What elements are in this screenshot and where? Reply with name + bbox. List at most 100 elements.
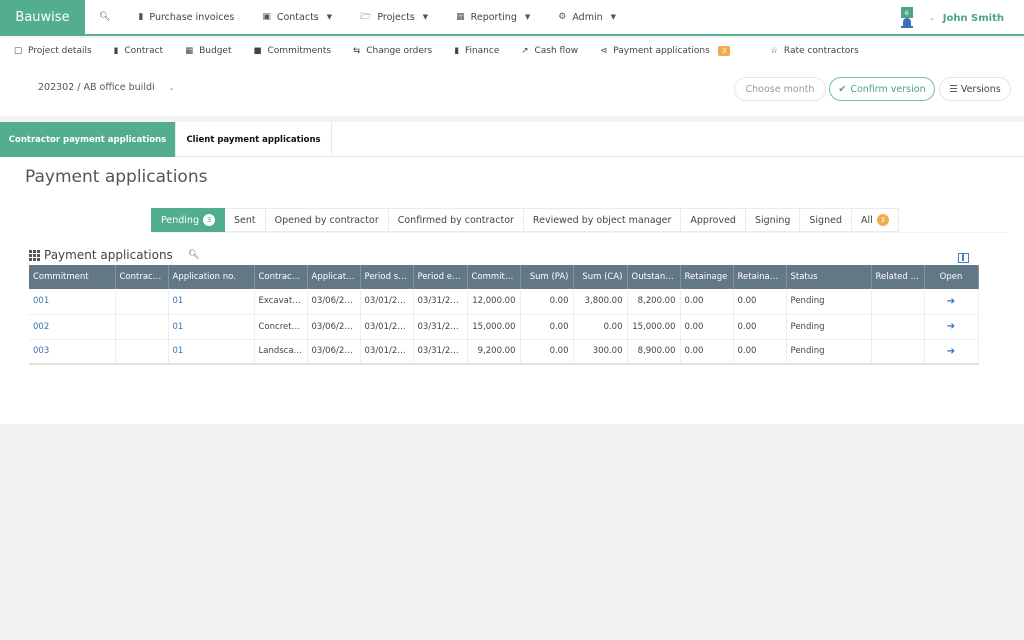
nav-contacts[interactable]: ▣ Contacts ▼ [248,0,346,35]
status-tab-signed[interactable]: Signed [800,208,852,232]
table-cell: 03/31/20... [413,314,468,340]
columns-toggle-icon[interactable] [958,253,969,263]
column-header[interactable]: Status [786,265,872,289]
nav-purchase-invoices[interactable]: ▮ Purchase invoices [124,0,248,35]
table-cell: 03/01/20... [360,289,414,315]
subnav-rate-contractors[interactable]: ☆ Rate contractors [770,46,858,56]
nav-admin[interactable]: ⚙ Admin ▼ [544,0,630,35]
subnav-commitments[interactable]: ■ Commitments [253,46,331,56]
status-tab-signing[interactable]: Signing [745,208,801,232]
application-type-tabs: Contractor payment applications Client p… [0,122,1024,157]
commitment-link[interactable]: 001 [29,289,116,315]
subnav-budget[interactable]: ▦ Budget [185,46,231,56]
column-header[interactable]: Retainage [680,265,734,289]
subnav-cash-flow[interactable]: ↗ Cash flow [521,46,578,56]
table-cell: 03/31/20... [413,289,468,315]
column-header[interactable]: Sum (PA) [520,265,574,289]
application-no-link[interactable]: 01 [168,289,255,315]
column-header[interactable]: Period st... [360,265,414,289]
column-header[interactable]: Period end [413,265,468,289]
table-cell [115,339,169,365]
table-cell: 0.00 [520,339,574,365]
user-area: 6 ⌄ John Smith [900,0,1004,36]
table-row[interactable]: 003 01 Landscap... 03/06/20... 03/01/20... 03… [29,339,979,365]
confirm-version-label: Confirm version [850,83,926,95]
application-no-link[interactable]: 01 [168,339,255,365]
column-header[interactable]: Contract ... [115,265,169,289]
notifications-button[interactable]: 6 [900,4,917,32]
book-icon: ▮ [454,46,459,56]
status-tab-confirmed-by-contractor[interactable]: Confirmed by contractor [388,208,524,232]
project-select-value: 202302 / AB office buildi [38,82,155,93]
table-cell: 15,000.00 [467,314,521,340]
payment-applications-table: Commitment Contract ... Application no. Con… [29,265,979,365]
open-button[interactable]: ➔ [924,289,979,315]
column-header[interactable]: Sum (CA) [573,265,628,289]
folder-icon: 🗁︎ [360,12,372,22]
application-no-link[interactable]: 01 [168,314,255,340]
bar-chart-icon: ▦ [456,12,465,22]
open-button[interactable]: ➔ [924,314,979,340]
confirm-version-button[interactable]: ✔ Confirm version [829,77,935,101]
subnav-finance[interactable]: ▮ Finance [454,46,499,56]
versions-button[interactable]: ☰ Versions [939,77,1011,101]
arrow-right-icon: ➔ [946,321,956,332]
subnav-label: Payment applications [613,46,710,56]
open-button[interactable]: ➔ [924,339,979,365]
commitment-link[interactable]: 002 [29,314,116,340]
table-cell [871,289,925,315]
table-cell: 03/01/20... [360,339,414,365]
status-tab-sent[interactable]: Sent [224,208,266,232]
subnav-change-orders[interactable]: ⇆ Change orders [353,46,432,56]
status-tab-opened-by-contractor[interactable]: Opened by contractor [265,208,389,232]
table-row[interactable]: 002 01 Concrete ... 03/06/20... 03/01/20... 0… [29,314,979,340]
nav-reporting[interactable]: ▦ Reporting ▼ [442,0,544,35]
column-header[interactable]: Application no. [168,265,255,289]
table-cell [871,314,925,340]
table-cell: Concrete ... [254,314,308,340]
project-select[interactable]: 202302 / AB office buildi ⌄ [38,82,175,93]
arrow-right-icon: ➔ [946,295,956,307]
grid-search-icon[interactable]: 🔍︎ [188,250,199,260]
table-cell: 0.00 [680,339,734,365]
table-cell: 0.00 [520,289,574,315]
subnav-payment-applications[interactable]: ⊲ Payment applications 3 [600,46,731,56]
table-row[interactable]: 001 01 Excavato... 03/06/20... 03/01/20... 03… [29,289,979,315]
tab-contractor-payment-applications[interactable]: Contractor payment applications [0,122,176,157]
table-cell: 0.00 [733,339,787,365]
retweet-icon: ⇆ [353,46,361,56]
subnav-label: Budget [199,46,232,56]
nav-projects[interactable]: 🗁︎ Projects ▼ [346,0,442,35]
column-header[interactable]: Commitment [29,265,116,289]
column-header[interactable]: Committ... [467,265,521,289]
choose-month-input[interactable]: Choose month [734,77,826,101]
status-tab-reviewed-by-object-manager[interactable]: Reviewed by object manager [523,208,682,232]
table-cell: 8,200.00 [627,289,681,315]
column-header[interactable]: Open [924,265,979,289]
commitment-link[interactable]: 003 [29,339,116,365]
line-chart-icon: ↗ [521,46,529,56]
nav-label: Purchase invoices [149,11,235,23]
column-header[interactable]: Related i... [871,265,925,289]
column-header[interactable]: Outstand... [627,265,681,289]
brand-logo[interactable]: Bauwise [0,0,85,36]
column-header[interactable]: Contractor [254,265,308,289]
search-button[interactable]: 🔍︎ [85,0,124,35]
table-cell [871,339,925,365]
top-navbar: Bauwise 🔍︎ ▮ Purchase invoices ▣ Contact… [0,0,1024,36]
table-cell: 0.00 [520,314,574,340]
column-header[interactable]: Applicati... [307,265,361,289]
grid-title: Payment applications [29,248,173,262]
tab-client-payment-applications[interactable]: Client payment applications [176,122,332,157]
status-tab-pending[interactable]: Pending 3 [151,208,225,232]
table-cell: Pending [786,314,872,340]
subnav-project-details[interactable]: □ Project details [14,46,92,56]
nav-label: Reporting [470,11,517,23]
versions-label: Versions [960,83,1001,95]
subnav-contract[interactable]: ▮ Contract [114,46,163,56]
status-tab-approved[interactable]: Approved [681,208,746,232]
table-cell: Pending [786,289,872,315]
user-menu[interactable]: ⌄ John Smith [929,13,1004,24]
status-tab-all[interactable]: All 3 [852,208,899,232]
column-header[interactable]: Retainag... [733,265,787,289]
